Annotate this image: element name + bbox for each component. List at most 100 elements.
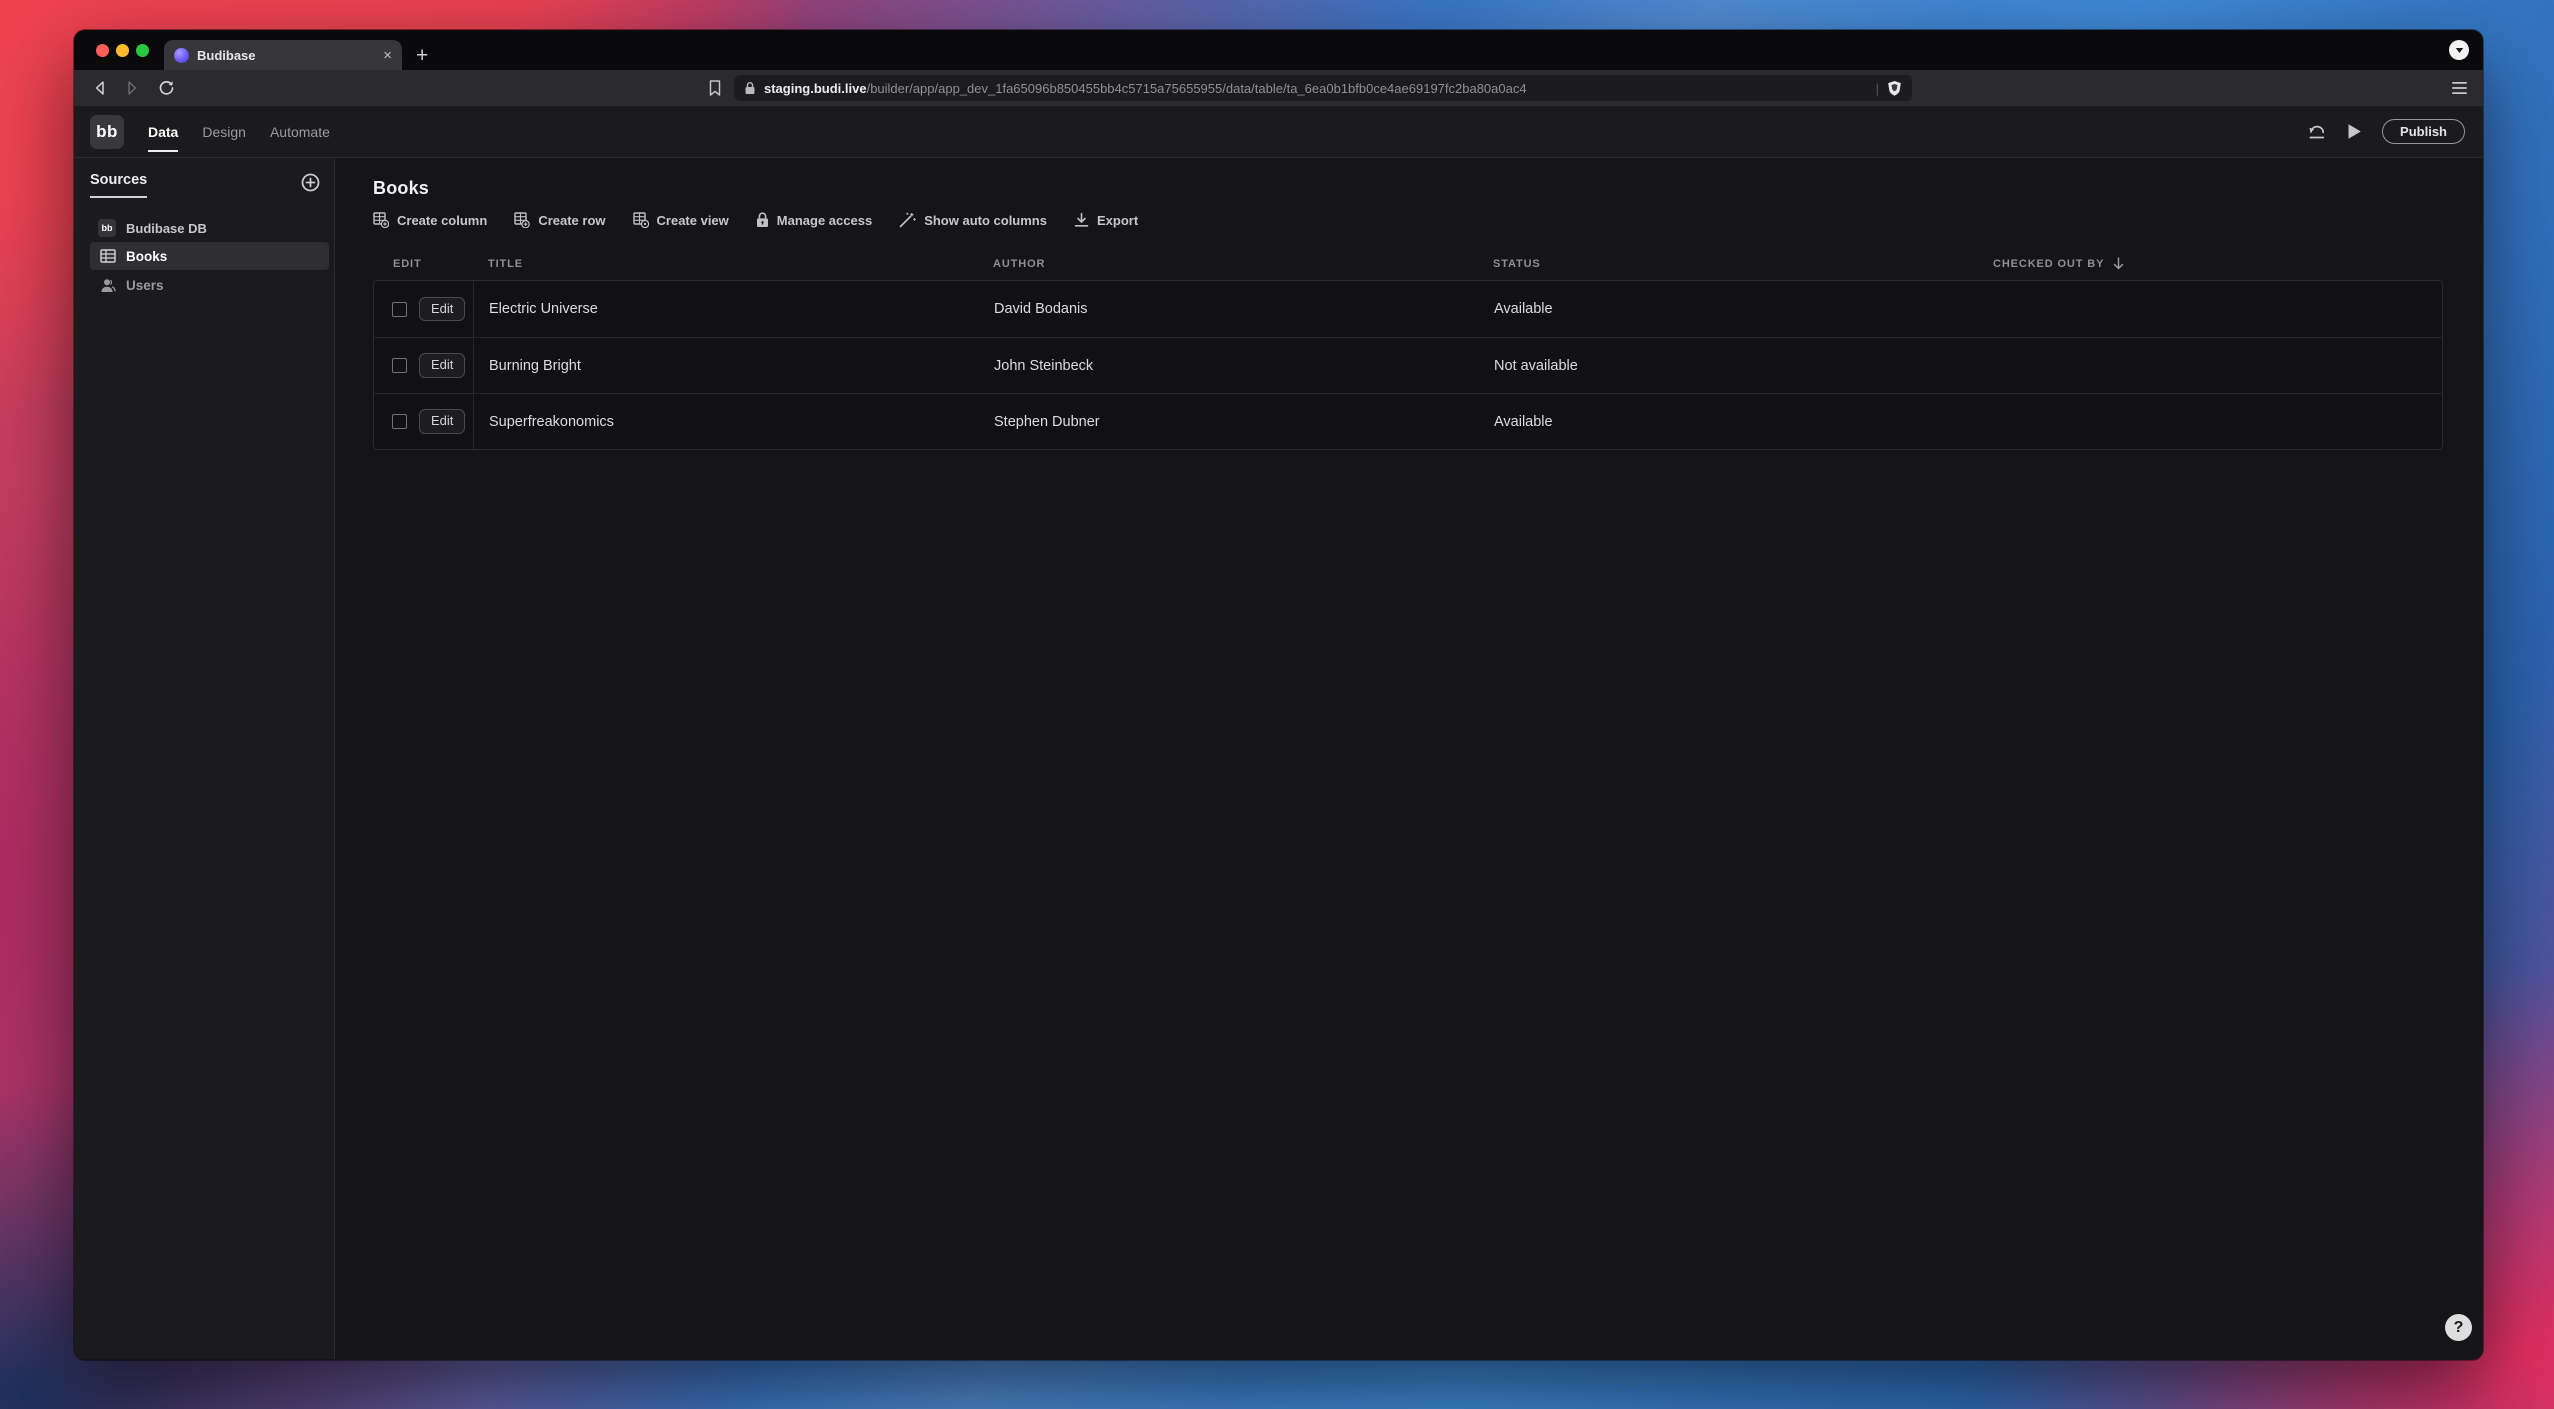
column-header-title[interactable]: TITLE <box>473 257 978 270</box>
browser-menu-button[interactable] <box>2452 82 2467 95</box>
row-edit-cell: Edit <box>374 281 474 337</box>
cell-author[interactable]: Stephen Dubner <box>979 394 1479 449</box>
tab-search-button[interactable] <box>2449 40 2469 60</box>
table-main-panel: Books Create column Create row Create vi… <box>335 158 2483 1359</box>
browser-toolbar: staging.budi.live/builder/app/app_dev_1f… <box>74 70 2483 106</box>
window-controls <box>96 44 149 57</box>
edit-row-button[interactable]: Edit <box>419 409 466 434</box>
sources-sidebar: Sources bb Budibase DB Books Users <box>74 158 335 1359</box>
row-edit-cell: Edit <box>374 338 474 393</box>
column-header-author[interactable]: AUTHOR <box>978 257 1478 270</box>
budibase-favicon-icon <box>174 47 189 63</box>
table-row: Edit Electric Universe David Bodanis Ava… <box>374 281 2442 337</box>
sidebar-books-label: Books <box>126 248 168 264</box>
tab-design[interactable]: Design <box>202 106 246 157</box>
brave-shield-icon[interactable] <box>1887 80 1902 97</box>
row-checkbox[interactable] <box>392 301 407 317</box>
create-row-label: Create row <box>538 212 606 228</box>
cell-author[interactable]: David Bodanis <box>979 281 1479 337</box>
tab-data[interactable]: Data <box>148 106 179 157</box>
show-auto-columns-label: Show auto columns <box>924 212 1047 228</box>
app-header: bb Data Design Automate Publish <box>74 106 2483 158</box>
show-auto-columns-button[interactable]: Show auto columns <box>899 212 1047 228</box>
create-view-label: Create view <box>656 212 729 228</box>
row-checkbox[interactable] <box>392 358 407 373</box>
desktop-wallpaper: Budibase × + staging.budi.live/builder/a… <box>0 0 2554 1409</box>
sidebar-item-books[interactable]: Books <box>90 242 329 270</box>
url-bar[interactable]: staging.budi.live/builder/app/app_dev_1f… <box>734 75 1912 101</box>
close-tab-icon[interactable]: × <box>383 48 392 63</box>
create-view-button[interactable]: Create view <box>632 212 729 228</box>
create-row-button[interactable]: Create row <box>514 212 606 228</box>
bookmark-icon[interactable] <box>708 80 722 97</box>
table-add-row-icon <box>514 212 531 228</box>
browser-tab-bar: Budibase × + <box>74 30 2483 70</box>
books-table: Edit Electric Universe David Bodanis Ava… <box>373 280 2443 450</box>
edit-row-button[interactable]: Edit <box>419 353 466 378</box>
publish-button[interactable]: Publish <box>2382 119 2465 144</box>
budibase-logo[interactable]: bb <box>90 114 124 149</box>
app-header-actions: Publish <box>2307 106 2465 157</box>
close-window-button[interactable] <box>96 44 109 57</box>
row-checkbox[interactable] <box>392 414 407 429</box>
sources-header: Sources <box>74 172 334 198</box>
cell-checked-out-by[interactable] <box>1979 394 2442 449</box>
add-source-button[interactable] <box>301 173 320 192</box>
browser-window: Budibase × + staging.budi.live/builder/a… <box>74 30 2483 1360</box>
cell-status[interactable]: Available <box>1479 394 1979 449</box>
sidebar-users-label: Users <box>126 277 164 293</box>
reload-button[interactable] <box>158 80 175 97</box>
magic-wand-icon <box>899 212 916 228</box>
table-add-column-icon <box>373 212 389 228</box>
table-row: Edit Superfreakonomics Stephen Dubner Av… <box>374 393 2442 449</box>
new-tab-button[interactable]: + <box>416 45 428 66</box>
sort-descending-icon <box>2114 257 2124 270</box>
revert-icon[interactable] <box>2307 123 2327 141</box>
browser-tab-budibase[interactable]: Budibase × <box>164 40 402 70</box>
help-button[interactable]: ? <box>2445 1314 2472 1341</box>
table-row: Edit Burning Bright John Steinbeck Not a… <box>374 337 2442 393</box>
url-path: /builder/app/app_dev_1fa65096b850455bb4c… <box>866 80 1527 96</box>
forward-button[interactable] <box>124 80 140 97</box>
checked-out-by-label: CHECKED OUT BY <box>1993 257 2105 270</box>
lock-icon <box>745 82 755 94</box>
minimize-window-button[interactable] <box>116 44 129 57</box>
table-actionbar: Create column Create row Create view Man… <box>373 212 2443 228</box>
url-domain: staging.budi.live <box>764 80 867 96</box>
sidebar-item-budibase-db[interactable]: bb Budibase DB <box>74 215 334 241</box>
tab-title: Budibase <box>197 47 256 63</box>
export-button[interactable]: Export <box>1074 212 1138 228</box>
table-view-icon <box>632 212 649 228</box>
cell-title[interactable]: Superfreakonomics <box>474 394 979 449</box>
budibase-db-icon: bb <box>98 219 116 237</box>
cell-title[interactable]: Electric Universe <box>474 281 979 337</box>
column-header-status[interactable]: STATUS <box>1478 257 1978 270</box>
cell-checked-out-by[interactable] <box>1979 281 2442 337</box>
cell-checked-out-by[interactable] <box>1979 338 2442 393</box>
url-separator: | <box>1875 80 1879 96</box>
create-column-button[interactable]: Create column <box>373 212 487 228</box>
cell-author[interactable]: John Steinbeck <box>979 338 1479 393</box>
cell-status[interactable]: Available <box>1479 281 1979 337</box>
back-button[interactable] <box>92 80 108 97</box>
app-body: Sources bb Budibase DB Books Users Books… <box>74 158 2483 1359</box>
sources-title[interactable]: Sources <box>90 172 148 198</box>
zoom-window-button[interactable] <box>136 44 149 57</box>
lock-icon <box>756 212 768 227</box>
create-column-label: Create column <box>397 212 488 228</box>
url-text: staging.budi.live/builder/app/app_dev_1f… <box>764 81 1527 96</box>
datasource-label: Budibase DB <box>126 220 207 236</box>
cell-status[interactable]: Not available <box>1479 338 1979 393</box>
preview-play-icon[interactable] <box>2347 123 2362 140</box>
column-header-checked-out-by[interactable]: CHECKED OUT BY <box>1978 257 2443 270</box>
table-header-row: EDIT TITLE AUTHOR STATUS CHECKED OUT BY <box>373 257 2443 270</box>
cell-title[interactable]: Burning Bright <box>474 338 979 393</box>
chevron-down-icon <box>2455 47 2463 53</box>
edit-row-button[interactable]: Edit <box>419 296 466 322</box>
sources-list: bb Budibase DB Books Users <box>74 215 334 299</box>
download-icon <box>1074 212 1089 227</box>
page-title: Books <box>373 178 430 198</box>
tab-automate[interactable]: Automate <box>270 106 330 157</box>
sidebar-item-users[interactable]: Users <box>90 271 329 299</box>
manage-access-button[interactable]: Manage access <box>756 212 872 228</box>
